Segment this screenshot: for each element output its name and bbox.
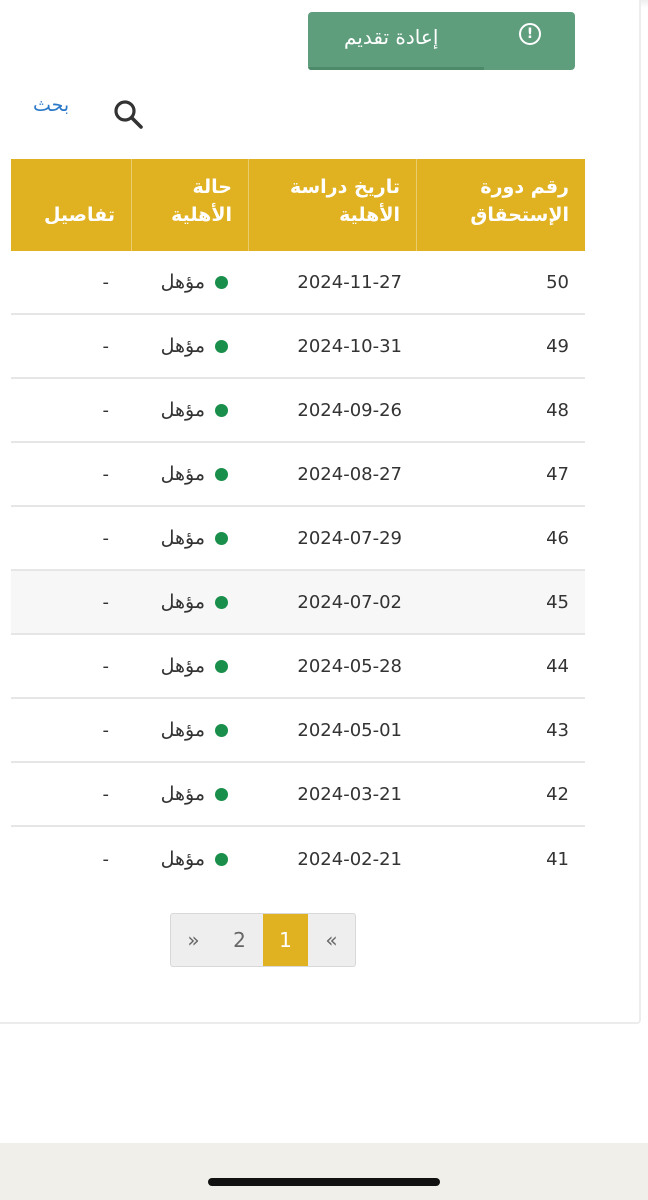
header-status-line2: الأهلية [171,204,232,226]
cell-date: 2024-05-01 [297,719,402,741]
cell-cycle: 42 [546,783,569,805]
status-text: مؤهل [160,527,205,549]
table-header: رقم دورة الإستحقاق تاريخ دراسة الأهلية ح… [11,159,585,251]
search-link[interactable]: بحث [33,94,69,116]
table-row[interactable]: 43 2024-05-01 مؤهل - [11,699,585,763]
reapply-label: إعادة تقديم [344,25,439,49]
pagination-page-2[interactable]: 2 [216,914,263,966]
status-dot-icon [215,467,228,481]
cell-status: مؤهل [131,783,248,805]
cell-cycle: 46 [546,527,569,549]
status-dot-icon [215,531,228,545]
eligibility-card: إعادة تقديم ! بحث رقم دورة الإستحقاق تار… [0,0,641,1024]
cell-status: مؤهل [131,335,248,357]
reapply-button[interactable]: إعادة تقديم ! [308,12,575,70]
status-text: مؤهل [160,655,205,677]
cell-status: مؤهل [131,848,248,870]
pagination: » 2 1 « [170,913,356,967]
cell-date: 2024-07-02 [297,591,402,613]
cell-cycle: 45 [546,591,569,613]
table-row[interactable]: 42 2024-03-21 مؤهل - [11,763,585,827]
header-date-line1: تاريخ دراسة [289,176,400,198]
status-dot-icon [215,659,228,673]
table-row[interactable]: 48 2024-09-26 مؤهل - [11,379,585,443]
status-text: مؤهل [160,463,205,485]
pagination-prev-button[interactable]: « [308,914,355,966]
status-text: مؤهل [160,271,205,293]
header-details: تفاصيل [43,204,115,226]
cell-details[interactable]: - [11,528,131,549]
table-row[interactable]: 44 2024-05-28 مؤهل - [11,635,585,699]
status-dot-icon [215,723,228,737]
cell-date: 2024-05-28 [297,655,402,677]
status-dot-icon [215,275,228,289]
cell-status: مؤهل [131,655,248,677]
status-dot-icon [215,852,228,866]
cell-date: 2024-09-26 [297,399,402,421]
header-status-line1: حالة [192,176,232,198]
cell-status: مؤهل [131,719,248,741]
header-cycle-line1: رقم دورة [480,176,569,198]
alert-circle-icon: ! [519,23,541,45]
table-row[interactable]: 49 2024-10-31 مؤهل - [11,315,585,379]
status-dot-icon [215,403,228,417]
cell-cycle: 49 [546,335,569,357]
status-text: مؤهل [160,399,205,421]
cell-status: مؤهل [131,271,248,293]
cell-date: 2024-11-27 [297,271,402,293]
cell-details[interactable]: - [11,784,131,805]
cell-status: مؤهل [131,399,248,421]
cell-details[interactable]: - [11,400,131,421]
status-text: مؤهل [160,719,205,741]
cell-date: 2024-03-21 [297,783,402,805]
cell-cycle: 50 [546,271,569,293]
status-dot-icon [215,595,228,609]
status-text: مؤهل [160,848,205,870]
status-dot-icon [215,787,228,801]
header-cycle: رقم دورة الإستحقاق [416,159,585,251]
search-icon[interactable] [112,98,144,130]
cell-date: 2024-08-27 [297,463,402,485]
cell-details[interactable]: - [11,336,131,357]
pagination-next-button[interactable]: » [171,914,216,966]
cell-details[interactable]: - [11,272,131,293]
cell-cycle: 41 [546,848,569,870]
header-date: تاريخ دراسة الأهلية [248,159,416,251]
cell-details[interactable]: - [11,720,131,741]
bottom-safe-area [0,1143,648,1200]
header-date-line2: الأهلية [339,204,400,226]
status-text: مؤهل [160,591,205,613]
table-row[interactable]: 41 2024-02-21 مؤهل - [11,827,585,891]
header-cycle-line2: الإستحقاق [470,204,569,226]
table-row[interactable]: 50 2024-11-27 مؤهل - [11,251,585,315]
header-status: حالة الأهلية [131,159,248,251]
cell-date: 2024-02-21 [297,848,402,870]
cell-cycle: 48 [546,399,569,421]
cell-details[interactable]: - [11,464,131,485]
cell-status: مؤهل [131,591,248,613]
cell-cycle: 43 [546,719,569,741]
cell-status: مؤهل [131,527,248,549]
table-row[interactable]: 47 2024-08-27 مؤهل - [11,443,585,507]
cell-details[interactable]: - [11,849,131,870]
cell-date: 2024-10-31 [297,335,402,357]
status-dot-icon [215,339,228,353]
cell-cycle: 44 [546,655,569,677]
eligibility-table: رقم دورة الإستحقاق تاريخ دراسة الأهلية ح… [11,159,585,891]
table-row[interactable]: 45 2024-07-02 مؤهل - [11,571,585,635]
button-underline [308,67,484,70]
cell-status: مؤهل [131,463,248,485]
status-text: مؤهل [160,783,205,805]
table-row[interactable]: 46 2024-07-29 مؤهل - [11,507,585,571]
cell-details[interactable]: - [11,656,131,677]
home-indicator[interactable] [208,1178,440,1186]
cell-details[interactable]: - [11,592,131,613]
cell-date: 2024-07-29 [297,527,402,549]
status-text: مؤهل [160,335,205,357]
pagination-page-1-active[interactable]: 1 [263,914,308,966]
cell-cycle: 47 [546,463,569,485]
